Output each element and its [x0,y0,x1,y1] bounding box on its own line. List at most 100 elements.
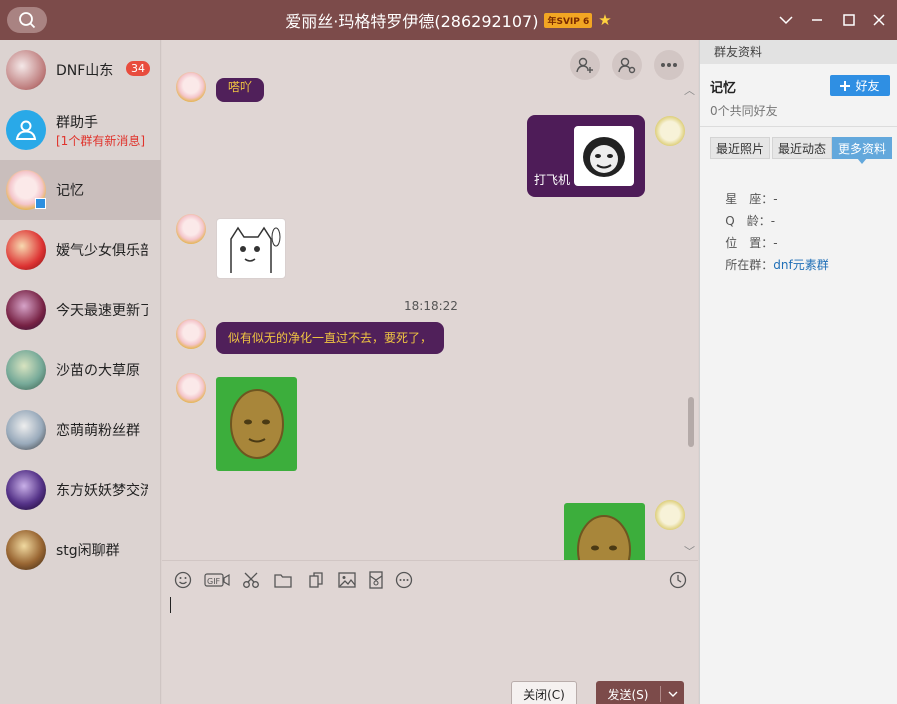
send-label: 发送(S) [607,687,649,702]
scroll-down-arrow[interactable]: ﹀ [684,543,695,559]
conversation-item[interactable]: DNF山东 34 [0,40,161,100]
conversation-item[interactable]: stg闲聊群 [0,520,161,580]
group-assistant-icon [15,120,37,140]
avatar [655,116,685,146]
scroll-up-arrow[interactable]: ︿ [684,82,695,98]
cat-sticker[interactable] [216,218,286,279]
more-tools-button[interactable] [393,569,415,591]
avatar [655,500,685,530]
clock-icon [669,571,687,589]
message-bubble[interactable]: 似有似无的净化一直过不去，要死了， [216,322,445,354]
image-icon [338,572,356,588]
avatar [6,230,46,270]
member-settings-button[interactable] [612,50,642,80]
conversation-name: 嫒气少女俱乐部 [56,243,148,259]
conversation-item[interactable]: 恋萌萌粉丝群 [0,400,161,460]
sticker-caption: 打飞机 [534,173,571,187]
conversation-item[interactable]: 东方妖妖梦交流 [0,460,161,520]
svip-badge: 年SVIP 6 [544,12,593,28]
divider [700,126,897,127]
gif-icon: GIF [204,573,230,587]
conversation-name: stg闲聊群 [56,543,120,559]
invite-member-button[interactable] [570,50,600,80]
message-text: 似有似无的净化一直过不去，要死了， [228,331,433,345]
avatar [6,110,46,150]
conversation-name: DNF山东 [56,63,114,79]
conversation-name: 记忆 [56,183,84,199]
scrollbar-thumb[interactable] [688,397,694,447]
panel-header: 群友资料 [700,40,897,64]
image-button[interactable] [336,569,358,591]
minimize-button[interactable] [805,8,829,32]
message-input-area: GIF 关闭(C) 发送(S) [162,560,698,704]
panda-sticker [574,126,634,186]
red-packet-icon [369,571,383,589]
chevron-down-icon [668,691,677,697]
maximize-icon [843,14,855,26]
more-button[interactable] [654,50,684,80]
avatar [6,50,46,90]
file-button[interactable] [272,569,294,591]
history-button[interactable] [667,569,689,591]
conversation-item[interactable]: 记忆 [0,160,161,220]
tab-more-info[interactable]: 更多资料 [832,137,892,164]
row-label: 所在群： [725,258,774,272]
star-icon: ★ [598,11,612,29]
add-friend-button[interactable]: 好友 [830,75,890,96]
potato-sticker[interactable] [216,377,297,471]
more-icon [661,63,677,67]
avatar [6,410,46,450]
message-bubble[interactable]: 嗒吖 [216,78,265,102]
conversation-list: DNF山东 34 群助手 [1个群有新消息] 记忆 嫒气少女俱乐部 今天最速更新… [0,40,161,704]
potato-face-icon [229,389,284,459]
conversation-item[interactable]: 今天最速更新了 [0,280,161,340]
self-message-bubble[interactable]: 打飞机 [527,115,645,197]
send-button[interactable]: 发送(S) [596,681,684,704]
close-window-button[interactable] [867,8,891,32]
minimize-icon [812,19,822,21]
doc-button[interactable] [305,569,327,591]
conversation-name: 东方妖妖梦交流 [56,483,148,499]
close-chat-button[interactable]: 关闭(C) [511,681,577,704]
user-settings-icon [618,57,636,74]
potato-face-icon [577,515,631,560]
conversation-subtitle: [1个群有新消息] [56,134,145,148]
maximize-button[interactable] [837,8,861,32]
self-potato-sticker[interactable] [564,503,645,560]
message-text: 嗒吖 [228,80,253,94]
member-profile-panel: 群友资料 记忆 好友 0个共同好友 最近照片 最近动态 更多资料 星 座：- Q… [699,40,897,704]
gif-button[interactable]: GIF [204,569,230,591]
add-user-icon [576,57,593,73]
screenshot-button[interactable] [240,569,262,591]
text-caret[interactable] [170,597,171,613]
conversation-name: 沙苗の大草原 [56,363,140,379]
conversation-item[interactable]: 群助手 [1个群有新消息] [0,100,161,160]
tab-recent-updates[interactable]: 最近动态 [772,137,832,159]
send-options-button[interactable] [661,691,684,698]
avatar [176,373,206,403]
chat-message-area[interactable]: ︿ 嗒吖 打飞机 18:18:22 似有似无的净化一直过不去，要死了， ﹀ [162,40,698,560]
panda-face-icon [583,137,625,177]
plus-icon [840,80,851,91]
avatar [6,350,46,390]
title-bar: 爱丽丝·玛格特罗伊德(286292107) 年SVIP 6 ★ [0,0,897,40]
add-friend-label: 好友 [855,79,880,93]
dropdown-button[interactable] [774,8,798,32]
svg-text:GIF: GIF [207,577,221,586]
document-icon [309,572,323,588]
conversation-item[interactable]: 嫒气少女俱乐部 [0,220,161,280]
folder-icon [274,574,292,588]
avatar [176,72,206,102]
conversation-name: 恋萌萌粉丝群 [56,423,140,439]
tab-recent-photos[interactable]: 最近照片 [710,137,770,159]
group-link[interactable]: dnf元素群 [773,258,828,272]
conversation-name: 今天最速更新了 [56,303,148,319]
red-packet-button[interactable] [365,569,387,591]
emoji-button[interactable] [172,569,194,591]
profile-name: 记忆 [710,81,737,96]
window-title: 爱丽丝·玛格特罗伊德(286292107) [285,12,539,31]
profile-row-group: 所在群：dnf元素群 [710,242,828,287]
device-badge [35,198,46,209]
close-icon [873,14,885,26]
conversation-item[interactable]: 沙苗の大草原 [0,340,161,400]
